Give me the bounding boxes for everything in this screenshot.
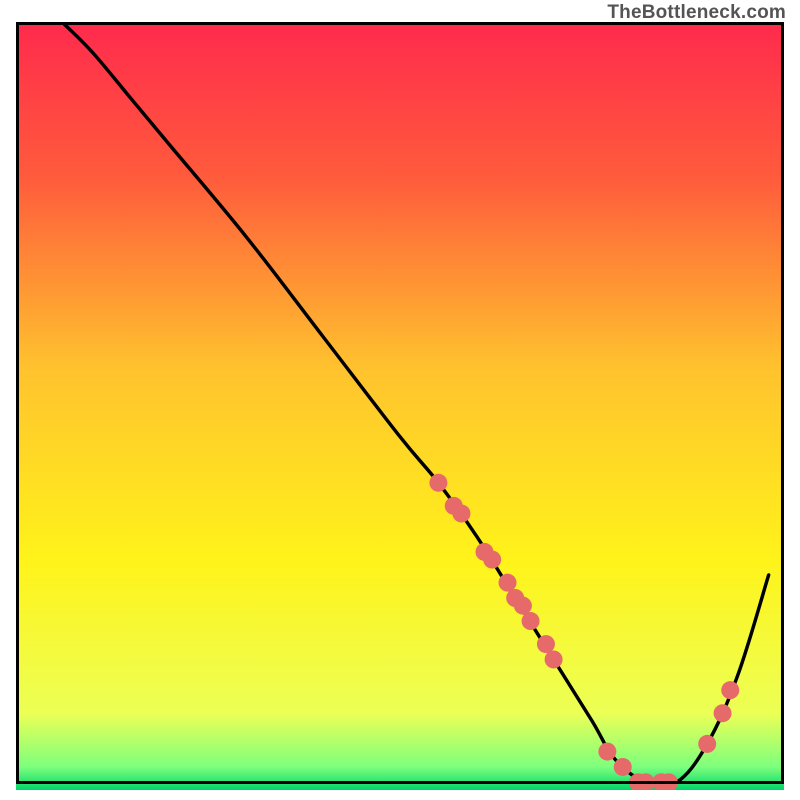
curve-layer: [16, 22, 784, 790]
watermark-text: TheBottleneck.com: [607, 2, 786, 24]
highlight-marker: [429, 474, 447, 492]
highlight-marker: [721, 681, 739, 699]
highlight-marker: [483, 551, 501, 569]
highlight-marker: [698, 735, 716, 753]
highlight-marker: [598, 743, 616, 761]
highlight-marker: [614, 758, 632, 776]
highlight-marker: [499, 574, 517, 592]
highlight-marker: [537, 635, 555, 653]
highlight-marker: [714, 704, 732, 722]
highlight-marker: [514, 597, 532, 615]
highlight-marker: [522, 612, 540, 630]
highlight-marker: [452, 505, 470, 523]
bottleneck-curve: [62, 22, 769, 787]
highlight-markers: [429, 474, 739, 790]
highlight-marker: [545, 650, 563, 668]
chart-container: TheBottleneck.com: [0, 0, 800, 800]
plot-area: [16, 22, 784, 784]
